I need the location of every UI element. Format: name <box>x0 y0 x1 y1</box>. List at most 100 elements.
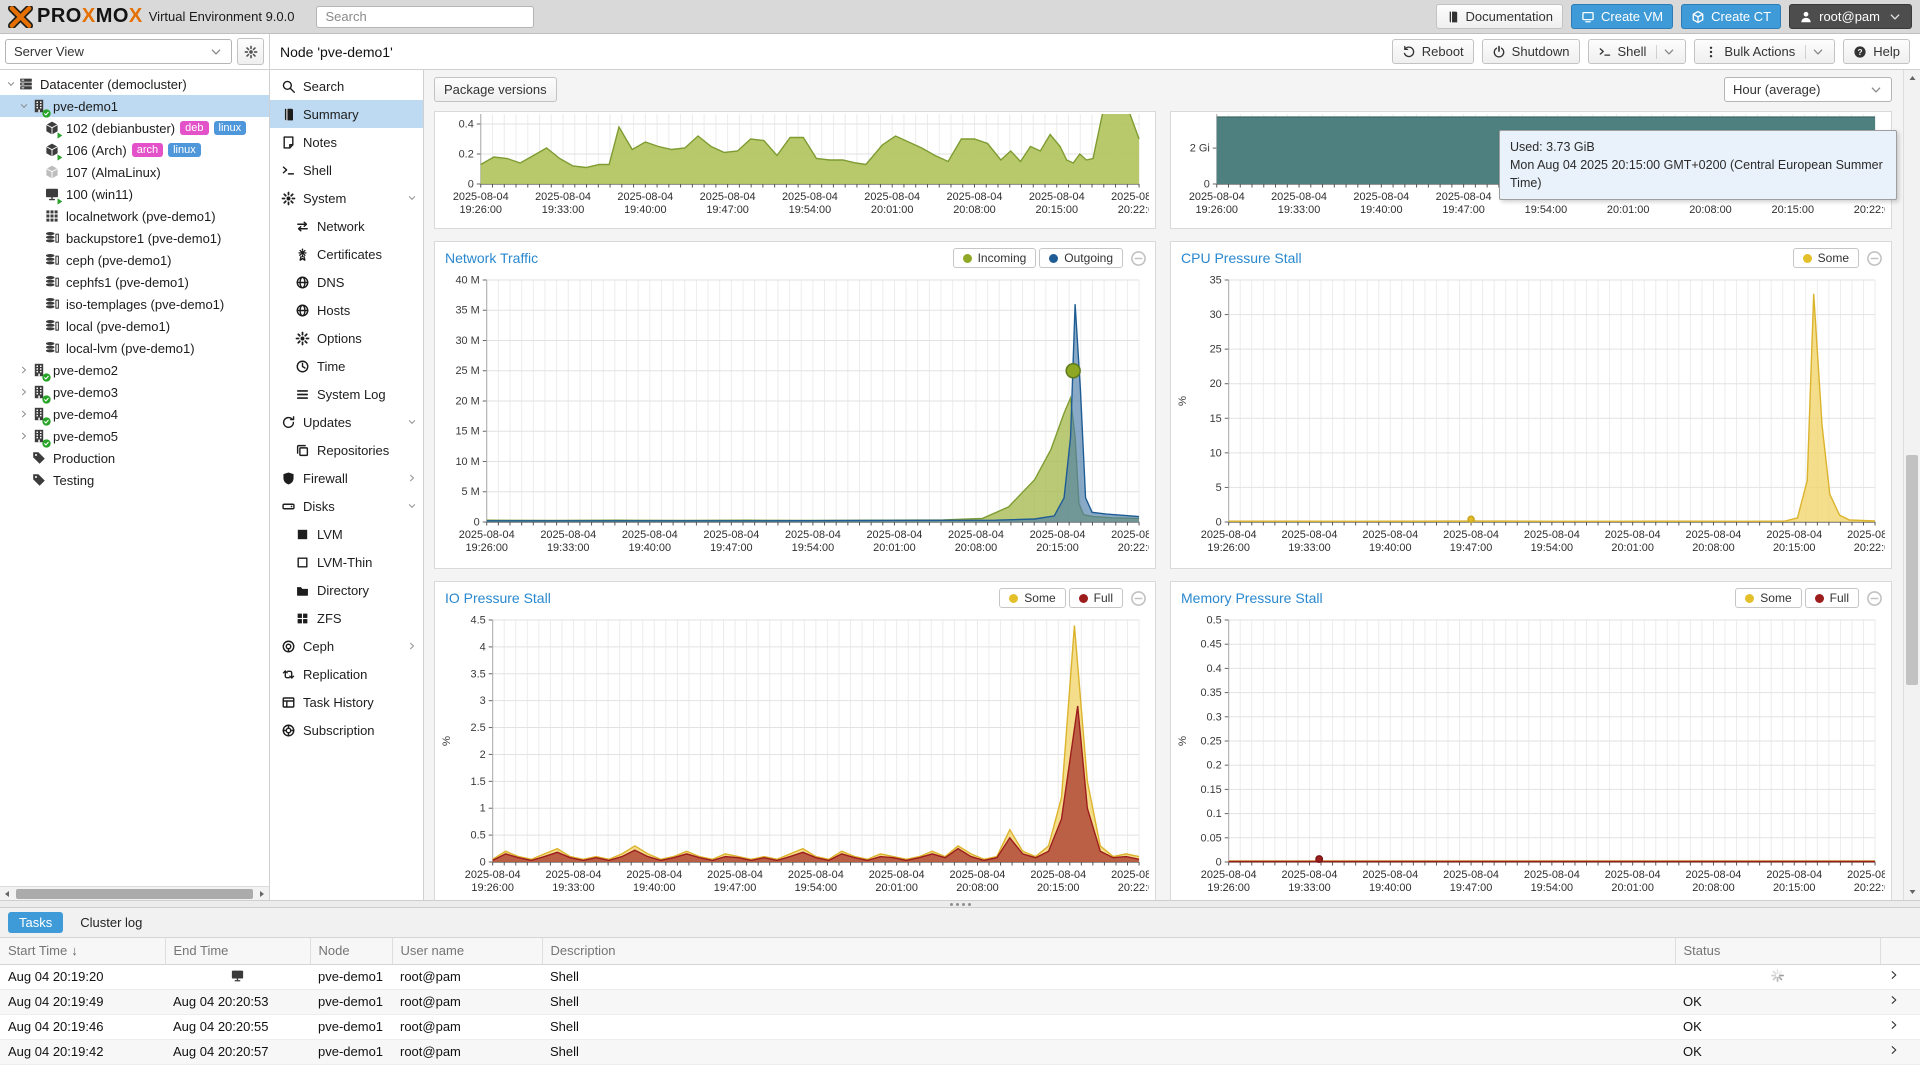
menu-item-network[interactable]: Network <box>270 212 423 240</box>
tree-item-100-win11[interactable]: 100 (win11) <box>0 183 269 205</box>
column-header-description[interactable]: Description <box>542 938 1675 964</box>
scroll-up-icon[interactable] <box>1904 70 1920 86</box>
reboot-button[interactable]: Reboot <box>1392 39 1474 64</box>
scroll-down-icon[interactable] <box>1904 884 1920 900</box>
menu-item-directory[interactable]: Directory <box>270 576 423 604</box>
legend-some[interactable]: Some <box>1793 248 1859 268</box>
tree-item-local-pve-demo1[interactable]: local (pve-demo1) <box>0 315 269 337</box>
scrollbar-thumb[interactable] <box>16 889 253 899</box>
column-header-status[interactable]: Status <box>1675 938 1880 964</box>
shell-button[interactable]: Shell <box>1588 39 1687 64</box>
tree-item-pve-demo2[interactable]: pve-demo2 <box>0 359 269 381</box>
create-vm-button[interactable]: Create VM <box>1571 4 1673 29</box>
collapse-chart-icon[interactable] <box>1866 250 1883 267</box>
collapse-chart-icon[interactable] <box>1130 590 1147 607</box>
menu-item-notes[interactable]: Notes <box>270 128 423 156</box>
menu-item-task-history[interactable]: Task History <box>270 688 423 716</box>
tree-item-backupstore1-pve-demo1[interactable]: backupstore1 (pve-demo1) <box>0 227 269 249</box>
task-row[interactable]: Aug 04 20:19:20pve-demo1root@pamShell <box>0 964 1920 989</box>
content-vertical-scrollbar[interactable] <box>1903 70 1920 900</box>
menu-item-repositories[interactable]: Repositories <box>270 436 423 464</box>
time-range-select[interactable]: Hour (average) <box>1724 77 1892 102</box>
chevron-right-icon[interactable] <box>407 641 417 651</box>
tree-item-ceph-pve-demo1[interactable]: ceph (pve-demo1) <box>0 249 269 271</box>
shutdown-button[interactable]: Shutdown <box>1482 39 1580 64</box>
collapse-icon[interactable] <box>17 101 31 111</box>
menu-item-disks[interactable]: Disks <box>270 492 423 520</box>
tree-item-datacenter-democluster[interactable]: Datacenter (democluster) <box>0 73 269 95</box>
tree-item-102-debianbuster[interactable]: 102 (debianbuster)deblinux <box>0 117 269 139</box>
task-row[interactable]: Aug 04 20:19:46Aug 04 20:20:55pve-demo1r… <box>0 1014 1920 1039</box>
tree-item-107-almalinux[interactable]: 107 (AlmaLinux) <box>0 161 269 183</box>
tree-item-pve-demo5[interactable]: pve-demo5 <box>0 425 269 447</box>
task-row[interactable]: Aug 04 20:19:49Aug 04 20:20:53pve-demo1r… <box>0 989 1920 1014</box>
scrollbar-thumb[interactable] <box>1906 455 1918 685</box>
menu-item-system-log[interactable]: System Log <box>270 380 423 408</box>
legend-full[interactable]: Full <box>1805 588 1859 608</box>
menu-item-lvm-thin[interactable]: LVM-Thin <box>270 548 423 576</box>
collapse-icon[interactable] <box>4 79 18 89</box>
tree-item-pve-demo4[interactable]: pve-demo4 <box>0 403 269 425</box>
menu-item-dns[interactable]: DNS <box>270 268 423 296</box>
task-row-chevron[interactable] <box>1880 1014 1920 1039</box>
expand-icon[interactable] <box>17 409 31 419</box>
menu-item-shell[interactable]: Shell <box>270 156 423 184</box>
column-header-end-time[interactable]: End Time <box>165 938 310 964</box>
task-row-chevron[interactable] <box>1880 1039 1920 1064</box>
chevron-down-icon[interactable] <box>1656 45 1676 59</box>
task-row-chevron[interactable] <box>1880 964 1920 989</box>
create-ct-button[interactable]: Create CT <box>1681 4 1781 29</box>
column-header-node[interactable]: Node <box>310 938 392 964</box>
menu-item-zfs[interactable]: ZFS <box>270 604 423 632</box>
menu-item-updates[interactable]: Updates <box>270 408 423 436</box>
tab-tasks[interactable]: Tasks <box>8 912 63 933</box>
legend-incoming[interactable]: Incoming <box>953 248 1037 268</box>
menu-item-subscription[interactable]: Subscription <box>270 716 423 744</box>
legend-some[interactable]: Some <box>999 588 1065 608</box>
menu-item-search[interactable]: Search <box>270 72 423 100</box>
menu-item-certificates[interactable]: Certificates <box>270 240 423 268</box>
tab-cluster-log[interactable]: Cluster log <box>69 912 153 933</box>
tree-settings-button[interactable] <box>237 38 264 65</box>
package-versions-button[interactable]: Package versions <box>434 77 557 102</box>
chevron-right-icon[interactable] <box>407 473 417 483</box>
legend-some[interactable]: Some <box>1735 588 1801 608</box>
panel-splitter[interactable] <box>0 900 1920 908</box>
tree-item-pve-demo3[interactable]: pve-demo3 <box>0 381 269 403</box>
chevron-down-icon[interactable] <box>407 501 417 511</box>
tree-item-pve-demo1[interactable]: pve-demo1 <box>0 95 269 117</box>
tree-item-production[interactable]: Production <box>0 447 269 469</box>
legend-outgoing[interactable]: Outgoing <box>1039 248 1123 268</box>
menu-item-hosts[interactable]: Hosts <box>270 296 423 324</box>
menu-item-lvm[interactable]: LVM <box>270 520 423 548</box>
expand-icon[interactable] <box>17 387 31 397</box>
menu-item-summary[interactable]: Summary <box>270 100 423 128</box>
view-selector[interactable]: Server View <box>5 39 232 64</box>
menu-item-firewall[interactable]: Firewall <box>270 464 423 492</box>
task-row[interactable]: Aug 04 20:19:42Aug 04 20:20:57pve-demo1r… <box>0 1039 1920 1064</box>
expand-icon[interactable] <box>17 365 31 375</box>
chevron-down-icon[interactable] <box>407 417 417 427</box>
menu-item-options[interactable]: Options <box>270 324 423 352</box>
documentation-button[interactable]: Documentation <box>1436 4 1563 29</box>
global-search-input[interactable] <box>316 6 534 28</box>
menu-item-ceph[interactable]: Ceph <box>270 632 423 660</box>
tree-item-iso-templages-pve-demo1[interactable]: iso-templages (pve-demo1) <box>0 293 269 315</box>
task-row-chevron[interactable] <box>1880 989 1920 1014</box>
tree-item-cephfs1-pve-demo1[interactable]: cephfs1 (pve-demo1) <box>0 271 269 293</box>
help-button[interactable]: ?Help <box>1843 39 1910 64</box>
column-header-start-time[interactable]: Start Time↓ <box>0 938 165 964</box>
menu-item-replication[interactable]: Replication <box>270 660 423 688</box>
collapse-chart-icon[interactable] <box>1866 590 1883 607</box>
tree-item-106-arch[interactable]: 106 (Arch)archlinux <box>0 139 269 161</box>
menu-item-time[interactable]: Time <box>270 352 423 380</box>
menu-item-system[interactable]: System <box>270 184 423 212</box>
expand-icon[interactable] <box>17 431 31 441</box>
tree-item-local-lvm-pve-demo1[interactable]: local-lvm (pve-demo1) <box>0 337 269 359</box>
column-header-user-name[interactable]: User name <box>392 938 542 964</box>
user-menu-button[interactable]: root@pam <box>1789 4 1912 29</box>
scroll-left-icon[interactable] <box>0 887 14 901</box>
tree-item-testing[interactable]: Testing <box>0 469 269 491</box>
tree-horizontal-scrollbar[interactable] <box>0 886 269 900</box>
scroll-right-icon[interactable] <box>255 887 269 901</box>
